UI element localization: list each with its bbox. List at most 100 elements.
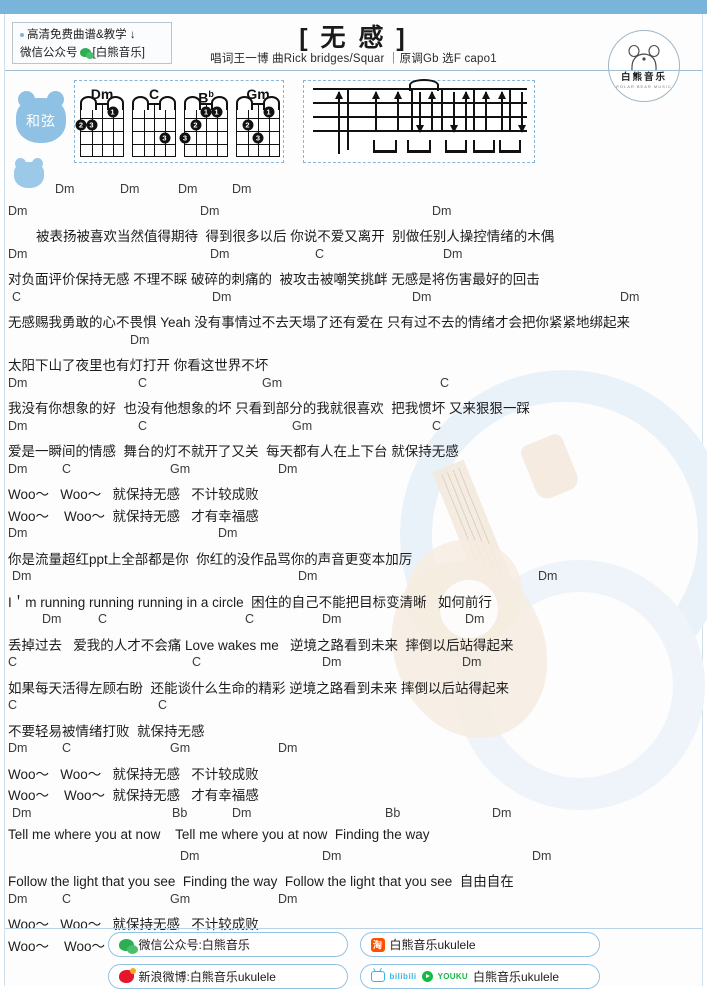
- lyric-line: Woo～ Woo～ 就保持无感 不计较成败: [0, 763, 707, 785]
- chord-line: Dm Dm: [0, 526, 707, 548]
- finger-dot-1: 1: [107, 106, 118, 117]
- finger-dot-2: 2: [242, 119, 253, 130]
- finger-dot-3: 3: [159, 132, 170, 143]
- chord-diagram-dm: Dm 1 2 3: [75, 86, 124, 157]
- chord-line: Dm C Gm C: [0, 419, 707, 441]
- chord-label: Dm: [200, 203, 220, 218]
- chord-label: Bb: [172, 805, 188, 820]
- lyric-text: Woo～ Woo～ 就保持无感 不计较成败: [8, 487, 259, 502]
- chord-label: C: [138, 375, 148, 390]
- chord-label: Dm: [210, 246, 230, 261]
- chord-label: C: [192, 655, 202, 669]
- lyric-text: Tell me where you at now Tell me where y…: [8, 827, 430, 842]
- chord-label: Dm: [42, 612, 62, 626]
- chord-label: Dm: [232, 182, 252, 196]
- chord-line: Dm Dm Dm: [0, 569, 707, 591]
- lyric-line: Woo～ Woo～ 就保持无感 才有幸福感: [0, 505, 707, 527]
- chord-label: Dm: [212, 289, 232, 304]
- lyric-text: I＇m running running running in a circle …: [8, 594, 492, 610]
- chord-line: Dm C Gm Dm: [0, 741, 707, 763]
- lyric-text: 丢掉过去 爱我的人才不会痛 Love wakes me 逆境之路看到未来 摔倒以…: [8, 637, 514, 653]
- lyric-line: 如果每天活得左顾右盼 还能谈什么生命的精彩 逆境之路看到未来 摔倒以后站得起来: [0, 677, 707, 699]
- lyric-line: Follow the light that you see Finding th…: [0, 870, 707, 892]
- chord-label: Dm: [492, 805, 512, 820]
- chord-label: Dm: [8, 418, 28, 433]
- bear-ear-left-icon: [132, 96, 149, 110]
- chord-label: C: [12, 289, 22, 304]
- header-divider: [5, 70, 702, 71]
- finger-dot-1: 1: [211, 106, 222, 117]
- footer-pill-bilibili-youku[interactable]: bilibili YOUKU 白熊音乐ukulele: [359, 964, 600, 989]
- lyric-text: 无感赐我勇敢的心不畏惧 Yeah 没有事情过不去天塌了还有爱在 只有过不去的情绪…: [8, 315, 631, 330]
- lyric-line: 不要轻易被情绪打败 就保持无感: [0, 720, 707, 742]
- chord-line: Dm Dm C Dm: [0, 247, 707, 269]
- chord-label: Dm: [278, 461, 298, 476]
- footer-pill-wechat[interactable]: 微信公众号:白熊音乐: [107, 932, 348, 957]
- footer-pill-weibo[interactable]: 新浪微博:白熊音乐ukulele: [107, 964, 348, 989]
- chord-label: Dm: [218, 526, 238, 540]
- lyric-line: 我没有你想象的好 也没有他想象的坏 只看到部分的我就很喜欢 把我惯坏 又来狠狠一…: [0, 397, 707, 419]
- page-subtitle: 唱词王一博 曲Rick bridges/Squar ｜原调Gb 选F capo1: [210, 53, 497, 65]
- lyric-line: 被表扬被喜欢当然值得期待 得到很多以后 你说不爱又离开 别做任别人操控情绪的木偶: [0, 225, 707, 247]
- chord-label: Dm: [130, 332, 150, 347]
- bear-ear-left-icon: [236, 96, 253, 110]
- lyric-line: 丢掉过去 爱我的人才不会痛 Love wakes me 逆境之路看到未来 摔倒以…: [0, 634, 707, 656]
- chord-label: Dm: [232, 805, 252, 820]
- chord-label: Dm: [12, 805, 32, 820]
- fretboard-grid: 1 23: [75, 96, 124, 157]
- youku-icon: [421, 971, 433, 982]
- chord-label: C: [432, 418, 442, 433]
- chord-label: Dm: [538, 569, 558, 583]
- footer-pill-taobao[interactable]: 淘 白熊音乐ukulele: [359, 932, 600, 957]
- slur-arc: [409, 79, 439, 91]
- chord-label: C: [62, 891, 72, 906]
- bear-ear-right-icon: [159, 96, 176, 110]
- footer-label-wechat: 微信公众号:白熊音乐: [138, 938, 250, 952]
- chord-line: Dm Dm Dm: [0, 849, 707, 871]
- chord-label: C: [315, 246, 325, 261]
- chord-label: Gm: [170, 741, 191, 755]
- chord-label: C: [62, 741, 72, 755]
- chord-label: Dm: [322, 848, 342, 863]
- chord-label: Dm: [8, 203, 28, 218]
- chord-label: Dm: [443, 246, 463, 261]
- chord-label: C: [138, 418, 148, 433]
- chord-line: Dm C C Dm Dm: [0, 612, 707, 634]
- chord-label: Dm: [322, 612, 342, 626]
- chord-label: Dm: [412, 289, 432, 304]
- chord-label: Dm: [278, 741, 298, 755]
- chord-label: Gm: [170, 891, 191, 906]
- lyric-line: Woo～ Woo～ 就保持无感 才有幸福感: [0, 784, 707, 806]
- lyric-line: Woo～ Woo～ 就保持无感 不计较成败: [0, 483, 707, 505]
- chord-label: Dm: [180, 848, 200, 863]
- finger-dot-3: 3: [179, 132, 191, 143]
- chord-label: Dm: [178, 182, 198, 196]
- chord-section-badge: 和弦: [16, 91, 66, 143]
- chord-badge-label: 和弦: [26, 112, 56, 129]
- lyric-line: 对负面评价保持无感 不理不睬 破碎的刺痛的 被攻击被嘲笑挑衅 无感是将伤害最好的…: [0, 268, 707, 290]
- chord-label: Dm: [55, 182, 75, 196]
- chord-label: Gm: [292, 418, 313, 433]
- bilibili-wordmark: bilibili: [389, 972, 417, 981]
- lyric-text: 太阳下山了夜里也有灯打开 你看这世界不坏: [8, 358, 269, 373]
- chord-line: Dm: [0, 333, 707, 355]
- lyric-text: 被表扬被喜欢当然值得期待 得到很多以后 你说不爱又离开 别做任别人操控情绪的木偶: [36, 229, 555, 244]
- lyric-line: Tell me where you at now Tell me where y…: [0, 827, 707, 849]
- lyric-text: Woo～ Woo～ 就保持无感 才有幸福感: [8, 788, 259, 803]
- fretboard-grid: 3: [132, 96, 176, 157]
- bear-ear-left-icon: [80, 96, 97, 110]
- footer-label-bilibili-youku: 白熊音乐ukulele: [473, 970, 560, 984]
- chord-line: C C Dm Dm: [0, 655, 707, 677]
- lyric-line: 太阳下山了夜里也有灯打开 你看这世界不坏: [0, 354, 707, 376]
- lyric-text: Woo～ Woo～ 就保持无感 不计较成败: [8, 766, 259, 782]
- lyrics-body: Dm Dm Dm Dm Dm Dm Dm 被表扬被喜欢当然值得期待 得到很多以后 你说不爱又离…: [0, 182, 707, 956]
- lyric-text: 你是流量超红ppt上全部都是你 你红的没作品骂你的声音更变本加厉: [8, 551, 413, 567]
- finger-dot-2: 2: [190, 119, 201, 130]
- chord-label: Dm: [278, 891, 298, 906]
- chord-label: Gm: [170, 461, 191, 476]
- logo-english-name: POLAR BEAR MUSIC: [616, 84, 672, 89]
- strumming-pattern: [313, 79, 527, 156]
- page-title: [ 无 感 ]: [299, 24, 408, 52]
- chord-label: Dm: [620, 289, 640, 304]
- chord-line: Dm Dm Dm: [0, 204, 707, 226]
